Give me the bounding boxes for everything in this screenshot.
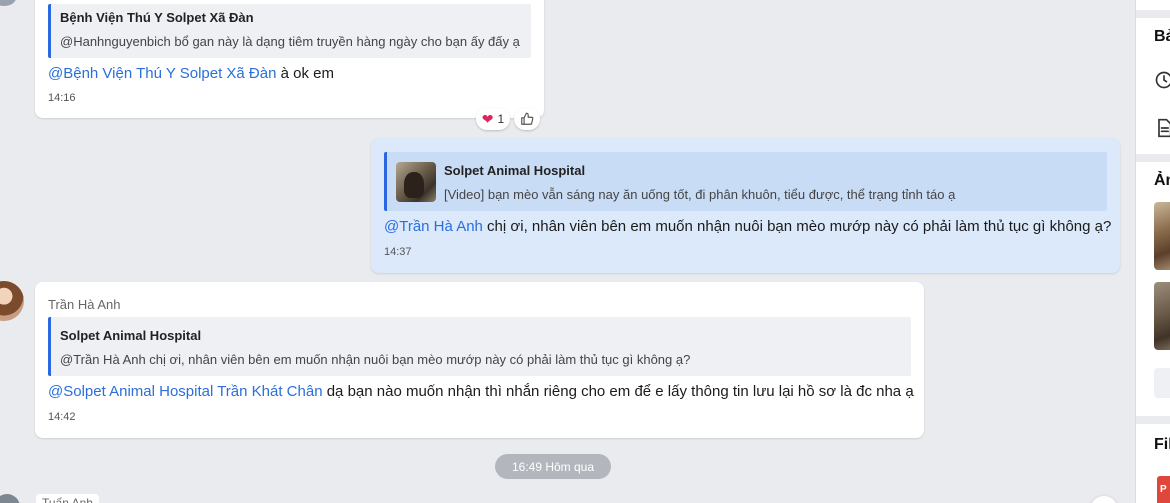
scroll-down-button[interactable] xyxy=(1090,496,1118,503)
cat-image xyxy=(404,172,424,198)
avatar[interactable] xyxy=(0,281,24,321)
message-bubble[interactable]: Bệnh Viện Thú Y Solpet Xã Đàn @Hanhnguye… xyxy=(35,0,544,118)
section-title: Fil xyxy=(1154,436,1170,453)
section-title: Bả xyxy=(1154,28,1170,45)
panel-divider xyxy=(1136,416,1170,424)
message-time: 14:42 xyxy=(48,411,76,423)
quoted-text: [Video] bạn mèo vẫn sáng nay ăn uống tốt… xyxy=(444,187,956,202)
quoted-sender: Solpet Animal Hospital xyxy=(444,163,586,178)
avatar[interactable] xyxy=(0,0,16,6)
quoted-sender: Solpet Animal Hospital xyxy=(60,328,202,343)
quoted-message[interactable]: Solpet Animal Hospital @Trần Hà Anh chị … xyxy=(48,317,911,376)
view-all-media-button[interactable] xyxy=(1154,368,1170,398)
message-time: 14:16 xyxy=(48,92,76,104)
panel-divider xyxy=(1136,154,1170,162)
message-bubble[interactable]: Solpet Animal Hospital [Video] bạn mèo v… xyxy=(371,138,1120,273)
document-icon[interactable] xyxy=(1154,118,1170,138)
section-title: Ản xyxy=(1154,172,1170,189)
quoted-sender: Bệnh Viện Thú Y Solpet Xã Đàn xyxy=(60,10,254,25)
heart-icon: ❤ xyxy=(481,111,494,127)
message-bubble[interactable]: Trần Hà Anh Solpet Animal Hospital @Trần… xyxy=(35,282,924,438)
mention-link[interactable]: @Solpet Animal Hospital Trần Khát Chân xyxy=(48,383,323,400)
message-body: dạ bạn nào muốn nhận thì nhắn riêng cho … xyxy=(322,383,914,400)
sender-name[interactable]: Trần Hà Anh xyxy=(48,297,121,312)
mention-link[interactable]: @Bệnh Viện Thú Y Solpet Xã Đàn xyxy=(48,65,276,82)
thumbs-up-button[interactable] xyxy=(514,108,540,130)
mention-link[interactable]: @Trần Hà Anh xyxy=(384,218,483,235)
avatar[interactable] xyxy=(0,494,20,503)
chat-area: Bệnh Viện Thú Y Solpet Xã Đàn @Hanhnguye… xyxy=(0,0,1135,503)
message-body: à ok em xyxy=(276,65,334,82)
sender-name[interactable]: Tuấn Anh xyxy=(36,494,99,503)
message-text: @Trần Hà Anh chị ơi, nhân viên bên em mu… xyxy=(384,218,1111,235)
quoted-text: @Trần Hà Anh chị ơi, nhân viên bên em mu… xyxy=(60,352,691,367)
message-text: @Solpet Animal Hospital Trần Khát Chân d… xyxy=(48,383,914,400)
media-thumbnail[interactable] xyxy=(1154,202,1170,270)
thumbs-up-icon xyxy=(521,112,534,125)
quoted-message[interactable]: Bệnh Viện Thú Y Solpet Xã Đàn @Hanhnguye… xyxy=(48,4,531,58)
message-body: chị ơi, nhân viên bên em muốn nhận nuôi … xyxy=(482,218,1112,235)
date-divider: 16:49 Hôm qua xyxy=(495,454,611,479)
video-thumbnail[interactable] xyxy=(396,162,436,202)
reaction-badge[interactable]: ❤ 1 xyxy=(476,108,510,130)
clock-icon[interactable] xyxy=(1154,70,1170,90)
quoted-text: @Hanhnguyenbich bổ gan này là dạng tiêm … xyxy=(60,34,520,49)
quoted-message[interactable]: Solpet Animal Hospital [Video] bạn mèo v… xyxy=(384,152,1107,211)
media-thumbnail[interactable] xyxy=(1154,282,1170,350)
file-icon[interactable]: P xyxy=(1157,476,1170,503)
message-time: 14:37 xyxy=(384,246,412,258)
reaction-count: 1 xyxy=(497,112,505,126)
panel-divider xyxy=(1136,10,1170,18)
message-text: @Bệnh Viện Thú Y Solpet Xã Đàn à ok em xyxy=(48,65,334,82)
info-panel: Bả Ản Fil P xyxy=(1135,0,1170,503)
